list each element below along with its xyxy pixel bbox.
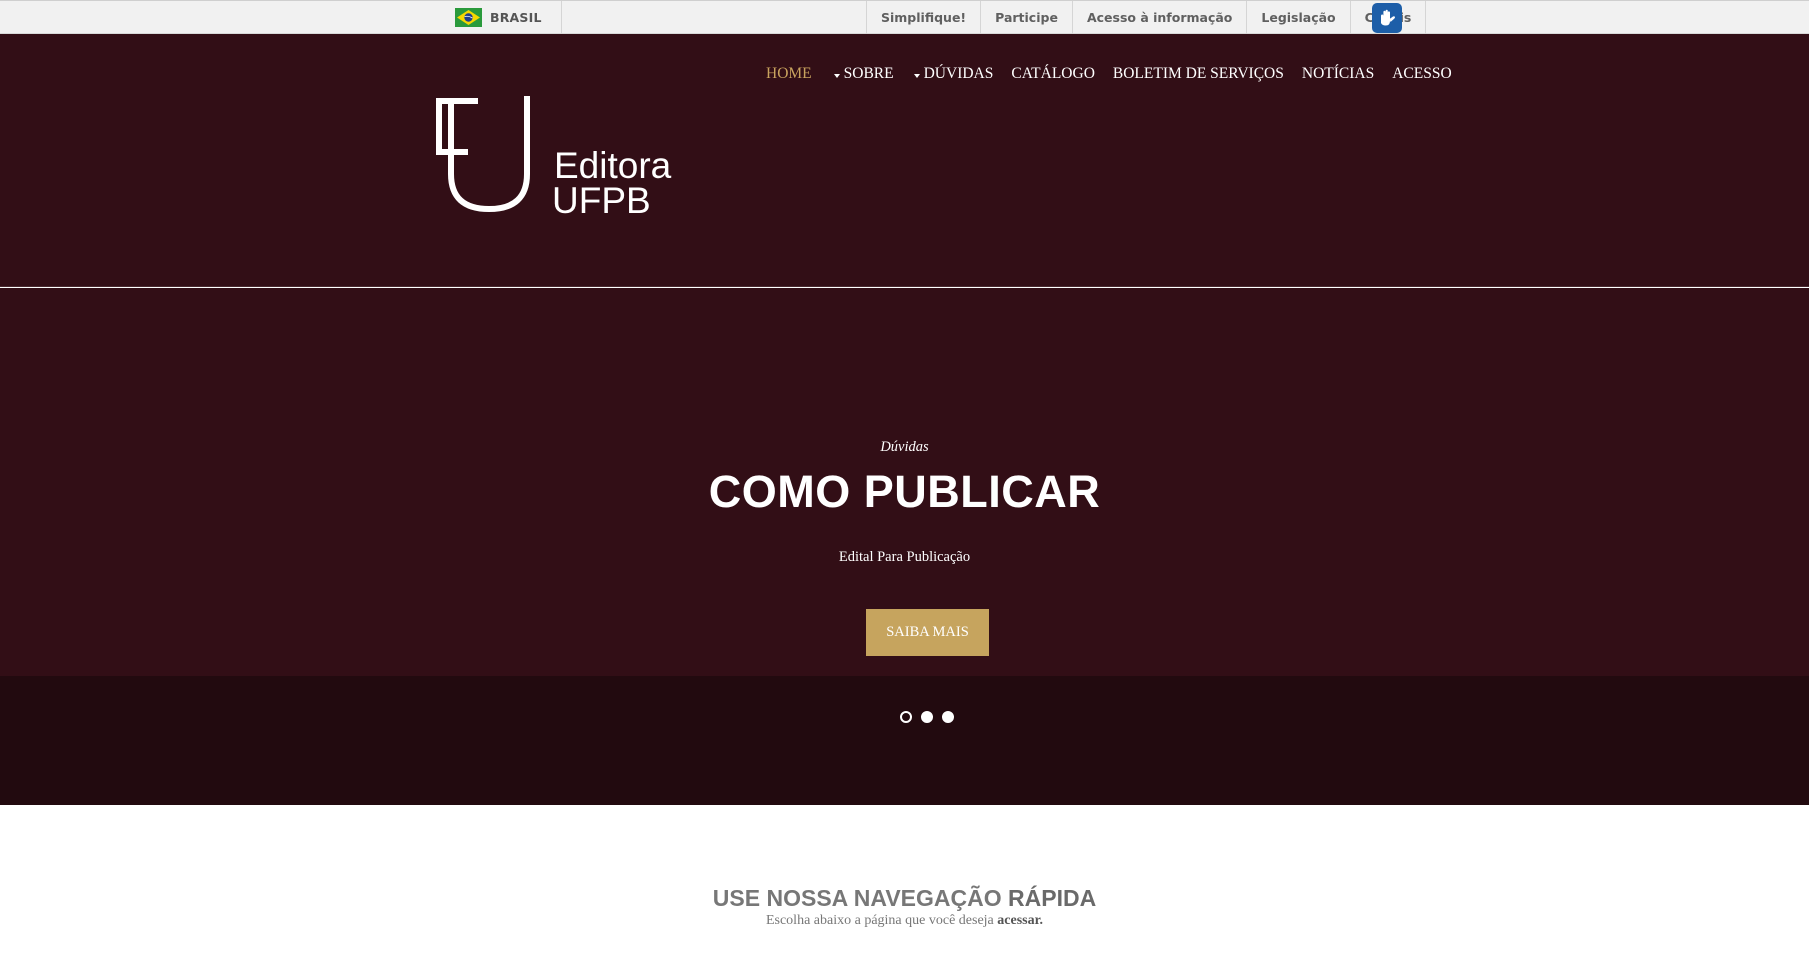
gov-brasil-link[interactable]: BRASIL: [455, 1, 562, 34]
nav-duvidas[interactable]: DÚVIDAS: [913, 65, 994, 83]
gov-links: Simplifique! Participe Acesso à informaç…: [866, 1, 1427, 34]
slider-dot-1[interactable]: [900, 711, 912, 723]
hero-subtitle: Edital Para Publicação: [838, 549, 971, 565]
quick-nav-subtitle-strong: acessar.: [997, 913, 1044, 928]
nav-sobre-label: SOBRE: [843, 65, 894, 82]
editora-ufpb-logo[interactable]: Editora UFPB: [436, 96, 681, 216]
nav-acesso-label: ACESSO: [1392, 65, 1452, 82]
nav-noticias[interactable]: NOTÍCIAS: [1302, 65, 1374, 83]
slider-dot-2[interactable]: [921, 711, 933, 723]
vlibras-hands-icon: [1381, 9, 1396, 26]
gov-link-simplifique[interactable]: Simplifique!: [866, 1, 980, 34]
nav-catalogo-label: CATÁLOGO: [1011, 65, 1095, 82]
gov-link-participe[interactable]: Participe: [980, 1, 1072, 34]
brazil-flag-icon: [455, 8, 482, 27]
nav-acesso[interactable]: ACESSO: [1392, 65, 1451, 83]
gov-brasil-label: BRASIL: [490, 10, 542, 25]
slider-dot-3[interactable]: [942, 711, 954, 723]
hero-kicker: Dúvidas: [880, 439, 929, 455]
logo-text-ufpb: UFPB: [552, 180, 651, 216]
quick-nav-title-strong: RÁPIDA: [1008, 885, 1097, 911]
quick-nav-subtitle-prefix: Escolha abaixo a página que você deseja: [765, 913, 994, 928]
quick-nav-section: USE NOSSA NAVEGAÇÃO RÁPIDA Escolha abaix…: [0, 805, 1809, 955]
site-header: HOME SOBRE DÚVIDAS CATÁLOGO BOLETIM DE S…: [0, 34, 1809, 287]
caret-down-icon: [833, 74, 840, 78]
quick-nav-title-prefix: USE NOSSA NAVEGAÇÃO: [712, 885, 1002, 911]
nav-boletim-servicos[interactable]: BOLETIM DE SERVIÇOS: [1113, 65, 1284, 83]
gov-link-acesso-informacao[interactable]: Acesso à informação: [1071, 1, 1246, 34]
quick-nav-subtitle: Escolha abaixo a página que você deseja …: [0, 913, 1809, 929]
vlibras-button[interactable]: [1372, 3, 1402, 33]
slider-indicator-strip: [0, 676, 1809, 805]
nav-duvidas-label: DÚVIDAS: [923, 65, 994, 82]
nav-home[interactable]: HOME: [766, 65, 812, 83]
hero-title: COMO PUBLICAR: [708, 466, 1101, 517]
main-nav: HOME SOBRE DÚVIDAS CATÁLOGO BOLETIM DE S…: [766, 63, 1452, 85]
caret-down-icon: [913, 74, 920, 78]
saiba-mais-button[interactable]: SAIBA MAIS: [866, 609, 989, 656]
nav-boletim-label: BOLETIM DE SERVIÇOS: [1112, 65, 1284, 82]
hero-slider: Dúvidas COMO PUBLICAR Edital Para Public…: [0, 288, 1809, 676]
nav-catalogo[interactable]: CATÁLOGO: [1011, 65, 1095, 83]
quick-nav-title: USE NOSSA NAVEGAÇÃO RÁPIDA: [0, 885, 1809, 912]
gov-bar: BRASIL Simplifique! Participe Acesso à i…: [0, 0, 1809, 34]
gov-link-legislacao[interactable]: Legislação: [1246, 1, 1349, 34]
nav-sobre[interactable]: SOBRE: [833, 65, 894, 83]
nav-home-label: HOME: [766, 65, 812, 82]
slider-dots: [900, 711, 963, 723]
nav-noticias-label: NOTÍCIAS: [1301, 65, 1375, 82]
